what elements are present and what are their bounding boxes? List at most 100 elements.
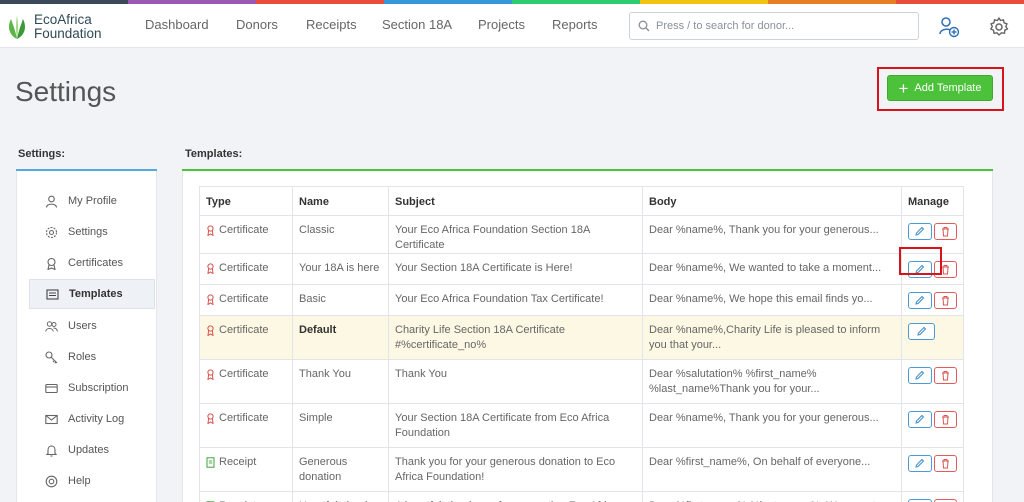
sidebar-item-label: Templates	[69, 288, 123, 300]
sidebar-item-users[interactable]: Users	[29, 311, 155, 341]
gear-icon[interactable]	[988, 16, 1010, 38]
sidebar-item-label: Help	[68, 475, 91, 487]
table-row: Certificate Thank You Thank You Dear %sa…	[199, 359, 964, 404]
row-type: Certificate	[219, 368, 269, 380]
brand-logo[interactable]: EcoAfrica Foundation	[5, 10, 115, 44]
sidebar-item-label: Settings	[68, 226, 108, 238]
table-row: Certificate Basic Your Eco Africa Founda…	[199, 284, 964, 316]
certificate-icon	[207, 369, 214, 380]
delete-button[interactable]	[933, 367, 957, 384]
row-type: Certificate	[219, 324, 269, 336]
key-icon	[45, 350, 58, 364]
delete-button[interactable]	[933, 223, 957, 240]
pencil-icon	[915, 458, 925, 468]
edit-button[interactable]	[908, 292, 932, 309]
templates-heading: Templates:	[185, 148, 243, 160]
leaf-logo-icon	[9, 15, 25, 39]
sidebar-item-subscription[interactable]: Subscription	[29, 373, 155, 403]
pencil-icon	[915, 226, 925, 236]
sidebar-item-updates[interactable]: Updates	[29, 435, 155, 465]
edit-button[interactable]	[908, 367, 932, 384]
donor-search	[629, 12, 919, 40]
trash-icon	[941, 227, 949, 237]
sidebar-item-settings[interactable]: Settings	[29, 217, 155, 247]
certificate-icon	[207, 294, 214, 305]
row-subject: Your Section 18A Certificate from Eco Af…	[388, 403, 643, 448]
sidebar-item-certificates[interactable]: Certificates	[29, 248, 155, 278]
nav-donors[interactable]: Donors	[236, 17, 278, 32]
row-name: Your 18A is here	[292, 253, 389, 285]
row-body: Dear %name%, We wanted to take a moment.…	[642, 253, 902, 285]
row-name: Default	[292, 315, 389, 360]
help-icon	[45, 475, 58, 487]
envelope-icon	[45, 414, 58, 424]
table-header-row: Type Name Subject Body Manage	[199, 186, 964, 216]
row-type: Certificate	[219, 412, 269, 424]
table-row: Certificate Simple Your Section 18A Cert…	[199, 403, 964, 448]
delete-button[interactable]	[933, 411, 957, 428]
edit-button[interactable]	[908, 411, 932, 428]
pencil-icon	[915, 295, 925, 305]
row-subject: Thank You	[388, 359, 643, 404]
templates-table: Type Name Subject Body Manage Certificat…	[199, 186, 964, 502]
trash-icon	[941, 296, 949, 306]
sidebar-item-label: Users	[68, 320, 97, 332]
nav-reports[interactable]: Reports	[552, 17, 598, 32]
edit-button[interactable]	[908, 323, 935, 340]
sidebar-item-label: Certificates	[68, 257, 124, 269]
delete-button[interactable]	[933, 455, 957, 472]
sidebar-item-label: Updates	[68, 444, 109, 456]
sidebar-item-templates[interactable]: Templates	[29, 279, 155, 309]
sidebar-item-label: Roles	[68, 351, 97, 363]
sidebar-item-help[interactable]: Help	[29, 466, 155, 496]
users-icon	[45, 320, 58, 332]
nav-receipts[interactable]: Receipts	[306, 17, 357, 32]
sidebar-item-my-profile[interactable]: My Profile	[29, 186, 155, 216]
row-name: Thank You	[292, 359, 389, 404]
receipt-icon	[206, 457, 215, 468]
pencil-icon	[915, 370, 925, 380]
header-manage: Manage	[901, 186, 964, 216]
page-title: Settings	[15, 76, 117, 107]
row-body: Dear %first_name%, On behalf of everyone…	[642, 447, 902, 492]
row-subject: Charity Life Section 18A Certificate #%c…	[388, 315, 643, 360]
brand-name-line2: Foundation	[34, 26, 102, 41]
nav-section-18a[interactable]: Section 18A	[382, 17, 452, 32]
nav-projects[interactable]: Projects	[478, 17, 525, 32]
sidebar-item-activity-log[interactable]: Activity Log	[29, 404, 155, 434]
gear-icon	[45, 226, 58, 238]
edit-button[interactable]	[908, 455, 932, 472]
row-body: Dear %name%, Thank you for your generous…	[642, 403, 902, 448]
certificate-icon	[207, 225, 214, 236]
template-icon	[46, 288, 59, 300]
table-row: Receipt Heartfelt thank A heartfelt than…	[199, 491, 964, 502]
brand-name-line1: EcoAfrica	[34, 12, 92, 27]
sidebar-heading: Settings:	[18, 148, 66, 160]
row-body: Dear %name%,Charity Life is pleased to i…	[642, 315, 902, 360]
header-name: Name	[292, 186, 389, 216]
edit-button[interactable]	[908, 223, 932, 240]
trash-icon	[941, 371, 949, 381]
sidebar-item-label: Subscription	[68, 382, 129, 394]
search-input[interactable]	[656, 20, 906, 32]
settings-sidebar: My Profile Settings Certificates Templat…	[16, 171, 157, 502]
add-user-icon[interactable]	[938, 16, 960, 38]
header-body: Body	[642, 186, 902, 216]
sidebar-item-roles[interactable]: Roles	[29, 342, 155, 372]
certificate-icon	[207, 413, 214, 424]
sidebar-item-label: Activity Log	[68, 413, 125, 425]
certificate-icon	[207, 263, 214, 274]
top-navbar: EcoAfrica Foundation Dashboard Donors Re…	[0, 4, 1024, 48]
row-body: Dear %name%, Thank you for your generous…	[642, 215, 902, 254]
nav-dashboard[interactable]: Dashboard	[145, 17, 209, 32]
row-name: Generous donation	[292, 447, 389, 492]
table-row: Certificate Your 18A is here Your Sectio…	[199, 253, 964, 285]
ribbon-icon	[47, 257, 56, 270]
bell-icon	[45, 444, 58, 457]
row-type: Certificate	[219, 262, 269, 274]
pencil-icon	[917, 326, 927, 336]
delete-button[interactable]	[933, 292, 957, 309]
certificate-icon	[207, 325, 214, 336]
user-icon	[45, 195, 58, 208]
row-subject: Your Eco Africa Foundation Section 18A C…	[388, 215, 643, 254]
